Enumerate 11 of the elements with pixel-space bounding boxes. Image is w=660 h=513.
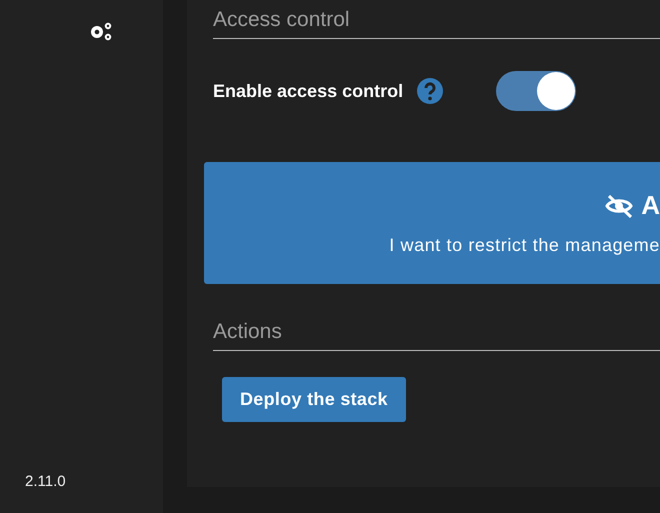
deploy-button[interactable]: Deploy the stack [222, 377, 406, 422]
option-card[interactable]: A I want to restrict the manageme [204, 162, 660, 284]
option-title: A [641, 190, 660, 221]
option-description: I want to restrict the manageme [389, 235, 660, 256]
section-heading: Access control [213, 8, 660, 39]
help-icon[interactable] [417, 78, 444, 104]
version-label: 2.11.0 [25, 473, 66, 490]
access-control-toggle[interactable] [496, 71, 576, 111]
section-heading: Actions [213, 320, 660, 351]
toggle-label: Enable access control [213, 80, 404, 102]
eye-slash-icon [605, 194, 634, 218]
